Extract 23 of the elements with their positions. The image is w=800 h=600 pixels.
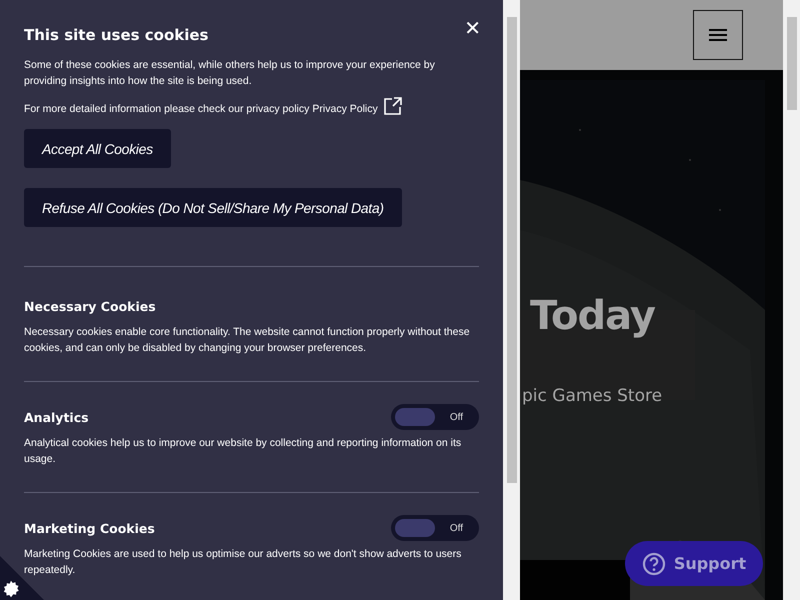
- section-title: Marketing Cookies: [24, 520, 155, 536]
- policy-text: For more detailed information please check our privacy policy: [24, 102, 310, 117]
- support-button[interactable]: Support: [625, 541, 763, 586]
- section-description: Marketing Cookies are used to help us optimise our adverts so we don't show adverts to users repeatedly.: [24, 547, 462, 578]
- hero-subtitle: pic Games Store: [522, 386, 662, 406]
- section-title: Necessary Cookies: [24, 298, 156, 314]
- section-description: Necessary cookies enable core functionality. The website cannot function properly without these cookies, and can only be disabled by changing your browser preferences.: [24, 325, 471, 356]
- toggle-switch[interactable]: Off: [391, 515, 479, 541]
- menu-button[interactable]: [693, 10, 743, 60]
- help-icon: [642, 552, 666, 576]
- external-link-icon: [384, 97, 402, 115]
- close-button[interactable]: ✕: [464, 17, 481, 39]
- menu-icon: [708, 27, 728, 43]
- cookie-button[interactable]: Refuse All Cookies (Do Not Sell/Share My Personal Data): [24, 188, 402, 227]
- intro-text: Some of these cookies are essential, while others help us to improve your experience by providing insights into how the site is being used.: [24, 58, 436, 89]
- cookie-icon: [2, 580, 20, 598]
- toggle-switch[interactable]: Off: [391, 404, 479, 430]
- panel-title: This site uses cookies: [24, 26, 208, 44]
- section-description: Analytical cookies help us to improve our website by collecting and reporting information on its usage.: [24, 436, 462, 467]
- section-title: Analytics: [24, 410, 89, 424]
- hero-title: Today: [530, 293, 655, 339]
- cookie-button[interactable]: Accept All Cookies: [24, 129, 171, 168]
- privacy-policy-link[interactable]: Privacy Policy: [312, 103, 378, 115]
